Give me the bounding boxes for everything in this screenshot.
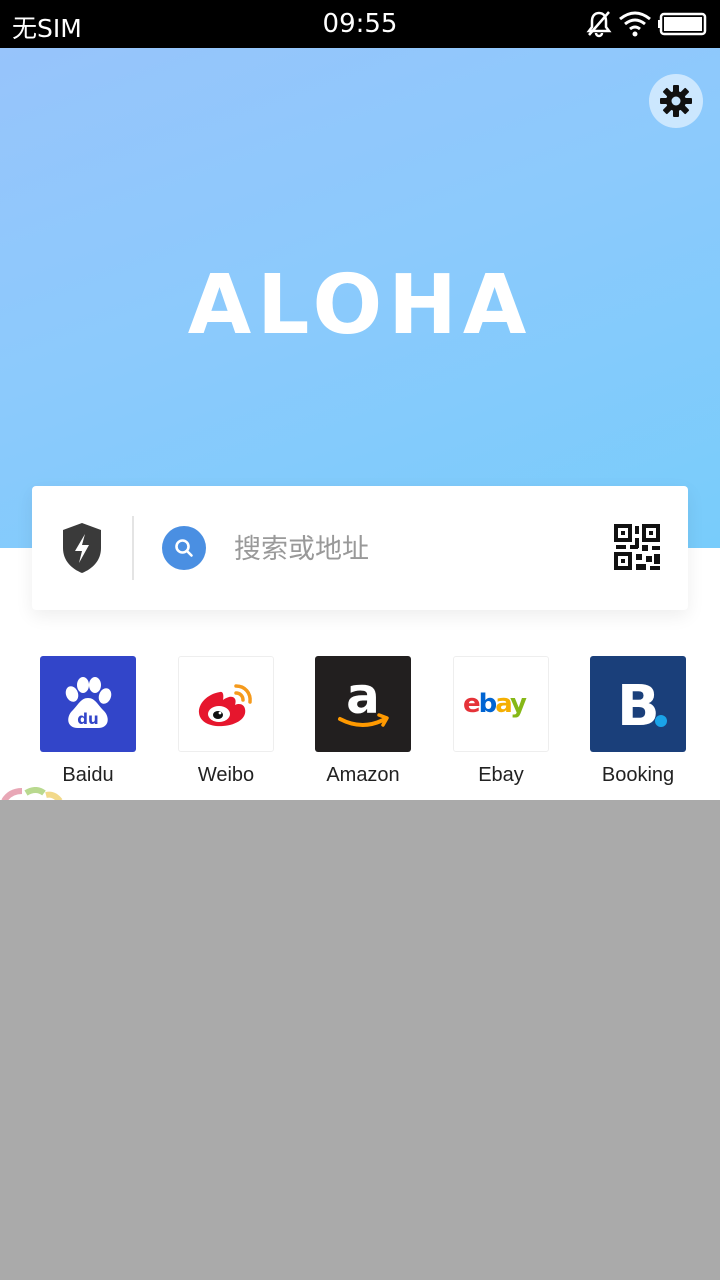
svg-text:ebay: ebay: [463, 689, 527, 719]
qr-code-icon[interactable]: [614, 524, 660, 574]
search-divider: [132, 516, 134, 580]
shortcut-label: Amazon: [326, 764, 400, 786]
shortcut-grid: du Baidu Weibo a Amazon ebay Ebay B Book…: [0, 656, 720, 800]
settings-button[interactable]: [649, 74, 703, 128]
dim-overlay[interactable]: [0, 800, 720, 1280]
status-bar: 无SIM 09:55: [0, 0, 720, 48]
weibo-logo-icon: [178, 656, 274, 752]
shortcut-booking[interactable]: B Booking: [569, 656, 707, 787]
search-input[interactable]: [232, 526, 596, 572]
gear-icon: [660, 85, 692, 117]
svg-text:a: a: [346, 669, 380, 725]
aloha-logo: ALOHA: [187, 258, 533, 353]
shortcut-amazon[interactable]: a Amazon: [294, 656, 432, 787]
svg-text:B: B: [617, 674, 660, 739]
shortcut-weibo[interactable]: Weibo: [157, 656, 295, 787]
baidu-logo-icon: du: [40, 656, 136, 752]
shield-lightning-icon[interactable]: [62, 522, 102, 578]
shortcut-label: Ebay: [478, 764, 524, 786]
shortcut-label: Booking: [601, 764, 675, 786]
clock: 09:55: [322, 9, 398, 39]
wifi-icon: [618, 10, 652, 44]
amazon-logo-icon: a: [315, 656, 411, 752]
battery-icon: [658, 10, 710, 44]
shortcut-baidu[interactable]: du Baidu: [19, 656, 157, 787]
ebay-logo-icon: ebay: [453, 656, 549, 752]
shortcut-label: Weibo: [197, 764, 255, 786]
peeking-tile-icon: [0, 786, 70, 800]
shortcut-ebay[interactable]: ebay Ebay: [432, 656, 570, 787]
svg-text:du: du: [77, 710, 98, 728]
booking-logo-icon: B: [590, 656, 686, 752]
shortcut-label: Baidu: [62, 764, 114, 786]
search-bar: [32, 486, 688, 610]
bell-muted-icon: [586, 10, 612, 44]
search-icon[interactable]: [162, 526, 206, 570]
